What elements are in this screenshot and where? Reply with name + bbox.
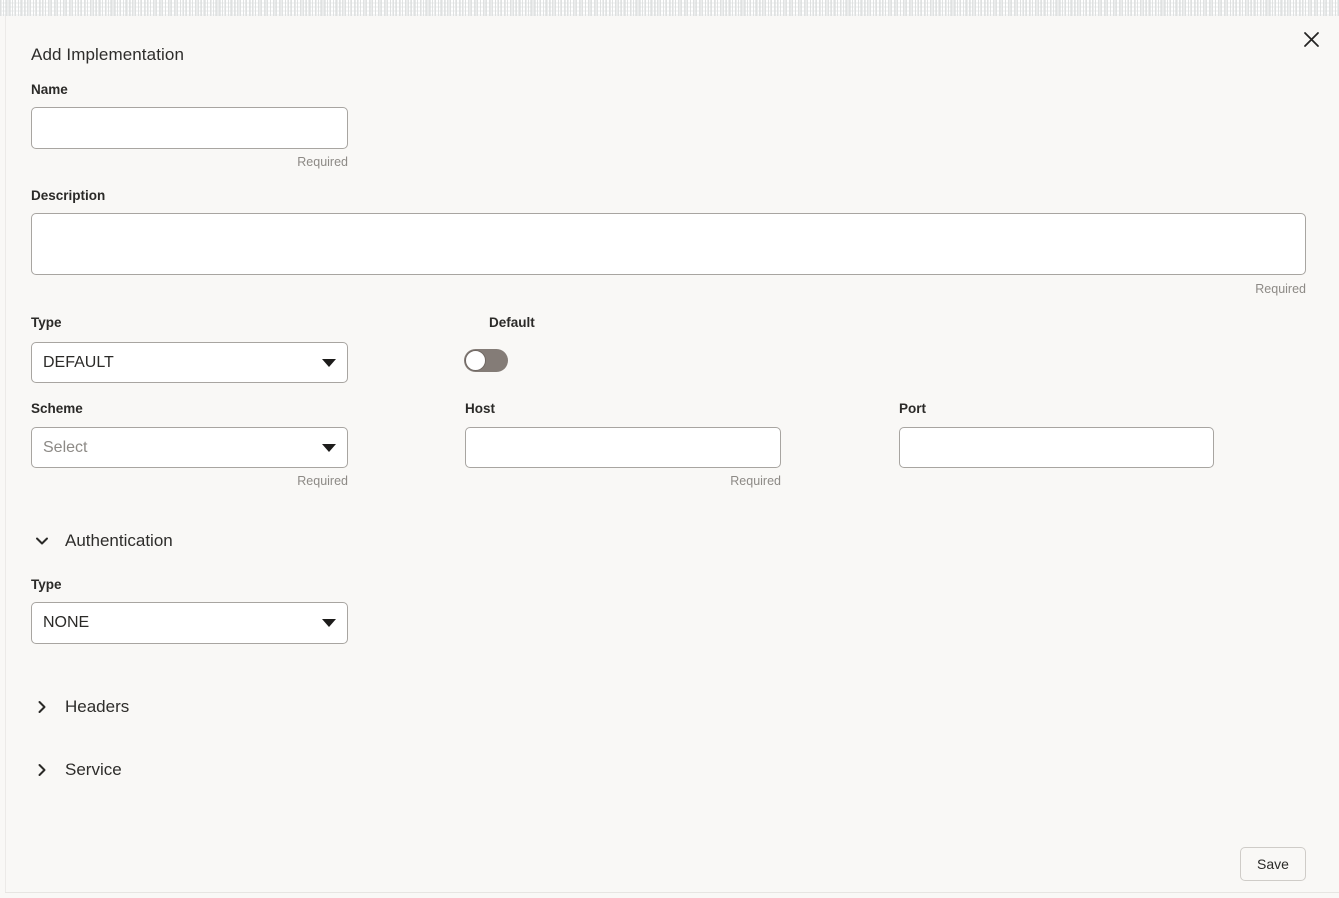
default-toggle[interactable] xyxy=(464,349,508,372)
port-label: Port xyxy=(899,401,926,416)
port-input[interactable] xyxy=(899,427,1214,468)
auth-type-select-value: NONE xyxy=(43,614,90,631)
type-select-value: DEFAULT xyxy=(43,353,114,371)
section-title-headers: Headers xyxy=(65,697,130,716)
name-input[interactable] xyxy=(31,107,348,149)
default-label: Default xyxy=(489,315,535,330)
section-title-service: Service xyxy=(65,760,122,779)
chevron-down-icon xyxy=(322,619,336,627)
description-label: Description xyxy=(31,188,106,203)
chevron-right-icon xyxy=(33,698,51,716)
host-helper-required: Required xyxy=(730,474,781,488)
name-helper-required: Required xyxy=(297,155,348,169)
section-header-service[interactable]: Service xyxy=(33,760,122,780)
section-title-authentication: Authentication xyxy=(65,531,173,550)
auth-type-label: Type xyxy=(31,577,62,592)
section-header-authentication[interactable]: Authentication xyxy=(33,531,173,551)
save-button[interactable]: Save xyxy=(1240,847,1306,881)
close-icon[interactable] xyxy=(1296,24,1326,54)
chevron-down-icon xyxy=(322,443,336,452)
default-toggle-knob xyxy=(465,350,486,371)
host-label: Host xyxy=(465,401,495,416)
type-select[interactable]: DEFAULT xyxy=(31,342,348,383)
section-header-headers[interactable]: Headers xyxy=(33,697,129,717)
scheme-select-value: Select xyxy=(43,438,88,456)
host-input[interactable] xyxy=(465,427,781,468)
chevron-right-icon xyxy=(33,761,51,779)
type-label: Type xyxy=(31,315,62,330)
name-label: Name xyxy=(31,82,68,97)
scheme-select[interactable]: Select xyxy=(31,427,348,468)
page-title: Add Implementation xyxy=(31,45,184,64)
auth-type-select[interactable]: NONE xyxy=(31,602,348,644)
description-textarea[interactable] xyxy=(31,213,1306,275)
chevron-down-icon xyxy=(322,358,336,367)
description-helper-required: Required xyxy=(1255,282,1306,296)
chevron-down-icon xyxy=(33,532,51,550)
top-texture-strip xyxy=(0,0,1339,16)
scheme-label: Scheme xyxy=(31,401,83,416)
panel-bottom-divider xyxy=(5,892,1339,893)
scheme-helper-required: Required xyxy=(297,474,348,488)
